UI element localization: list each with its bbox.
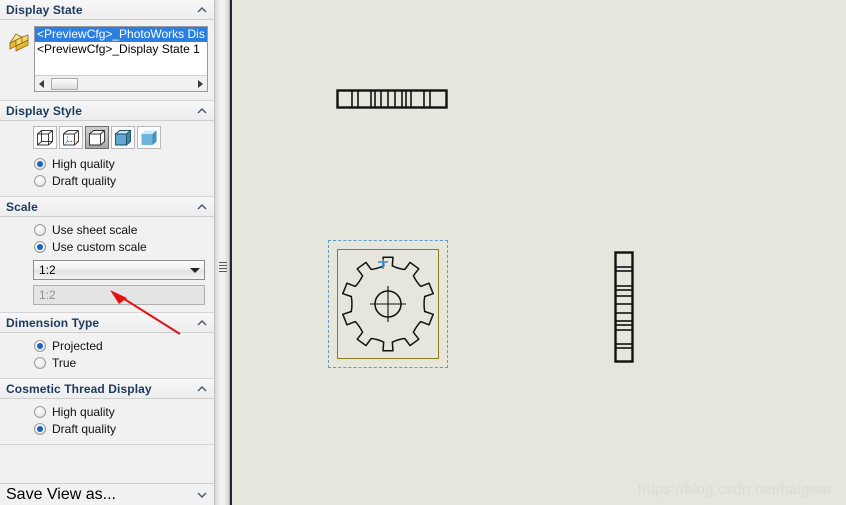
custom-scale-input[interactable]: 1:2 [33,285,205,305]
section-display-style: Display Style High quality Draft quality [0,101,214,197]
radio-indicator[interactable] [34,240,46,253]
shaded-with-edges-icon[interactable] [111,126,135,149]
list-item[interactable]: <PreviewCfg>_Display State 1 [35,42,207,57]
hidden-lines-removed-icon[interactable] [85,126,109,149]
radio-label: Use sheet scale [52,222,138,237]
chevron-up-icon[interactable] [197,5,207,14]
section-title: Display State [6,2,83,17]
radio-indicator[interactable] [34,356,46,369]
scroll-left-arrow-icon[interactable] [35,77,49,91]
shaded-icon[interactable] [137,126,161,149]
section-header-cosmetic-thread-display[interactable]: Cosmetic Thread Display [0,379,214,399]
section-header-dimension-type[interactable]: Dimension Type [0,313,214,333]
radio-label: High quality [52,404,115,419]
radio-dimension-true[interactable]: True [0,354,214,371]
scrollbar-thumb[interactable] [51,77,78,90]
chevron-up-icon[interactable] [197,202,207,211]
gear-top-view[interactable] [336,89,448,118]
chevron-down-icon[interactable] [197,490,207,499]
section-title: Dimension Type [6,315,100,330]
watermark-text: https://blog.csdn.net/haigear [637,481,832,498]
display-state-block-icon [4,26,34,92]
radio-dimension-projected[interactable]: Projected [0,337,214,354]
chevron-up-icon[interactable] [197,384,207,393]
view-anchor-crosshair-icon[interactable] [376,258,390,271]
radio-indicator[interactable] [34,422,46,435]
section-dimension-type: Dimension Type Projected True [0,313,214,379]
radio-indicator[interactable] [34,339,46,352]
wireframe-icon[interactable] [33,126,57,149]
section-title: Display Style [6,103,83,118]
radio-indicator[interactable] [34,405,46,418]
section-body-display-style: High quality Draft quality [0,121,214,197]
radio-indicator[interactable] [34,223,46,236]
section-title: Save View as... [6,485,116,503]
radio-label: Draft quality [52,173,117,188]
listbox-horizontal-scrollbar[interactable] [35,75,207,91]
radio-thread-draft-quality[interactable]: Draft quality [0,420,214,437]
scale-dropdown[interactable]: 1:2 [33,260,205,280]
radio-display-style-draft-quality[interactable]: Draft quality [0,172,214,189]
chevron-up-icon[interactable] [197,106,207,115]
section-body-dimension-type: Projected True [0,333,214,379]
radio-thread-high-quality[interactable]: High quality [0,403,214,420]
section-cosmetic-thread-display: Cosmetic Thread Display High quality Dra… [0,379,214,445]
radio-label: Projected [52,338,103,353]
gear-side-view[interactable] [612,251,636,368]
section-header-display-state[interactable]: Display State [0,0,214,20]
display-state-listbox[interactable]: <PreviewCfg>_PhotoWorks Dis <PreviewCfg>… [34,26,208,92]
property-manager-panel: Display State <PreviewCfg>_PhotoWorks Di… [0,0,214,505]
hidden-lines-visible-icon[interactable] [59,126,83,149]
radio-label: Use custom scale [52,239,147,254]
section-body-display-state: <PreviewCfg>_PhotoWorks Dis <PreviewCfg>… [0,20,214,101]
chevron-up-icon[interactable] [197,318,207,327]
app-root: Display State <PreviewCfg>_PhotoWorks Di… [0,0,846,505]
display-style-button-group [0,121,214,155]
radio-use-sheet-scale[interactable]: Use sheet scale [0,221,214,238]
chevron-down-icon[interactable] [190,268,200,273]
section-body-cosmetic-thread-display: High quality Draft quality [0,399,214,445]
radio-indicator[interactable] [34,174,46,187]
scroll-right-arrow-icon[interactable] [193,77,207,91]
section-header-display-style[interactable]: Display Style [0,101,214,121]
section-title: Cosmetic Thread Display [6,381,152,396]
splitter-grip-icon[interactable] [219,262,227,275]
custom-scale-input-value: 1:2 [39,288,56,302]
radio-label: True [52,355,77,370]
section-header-save-view-as[interactable]: Save View as... [0,483,214,505]
radio-display-style-high-quality[interactable]: High quality [0,155,214,172]
panel-splitter-scrollbar[interactable] [214,0,230,505]
section-scale: Scale Use sheet scale Use custom scale 1… [0,197,214,313]
scale-dropdown-value: 1:2 [39,263,56,277]
radio-use-custom-scale[interactable]: Use custom scale [0,238,214,255]
radio-label: Draft quality [52,421,117,436]
section-display-state: Display State <PreviewCfg>_PhotoWorks Di… [0,0,214,101]
section-body-scale: Use sheet scale Use custom scale 1:2 1:2 [0,217,214,313]
drawing-canvas[interactable]: https://blog.csdn.net/haigear [232,0,846,505]
radio-label: High quality [52,156,115,171]
section-title: Scale [6,199,38,214]
radio-indicator[interactable] [34,157,46,170]
display-state-row: <PreviewCfg>_PhotoWorks Dis <PreviewCfg>… [0,20,214,100]
scrollbar-track[interactable] [49,77,193,91]
section-header-scale[interactable]: Scale [0,197,214,217]
list-item[interactable]: <PreviewCfg>_PhotoWorks Dis [35,27,207,42]
